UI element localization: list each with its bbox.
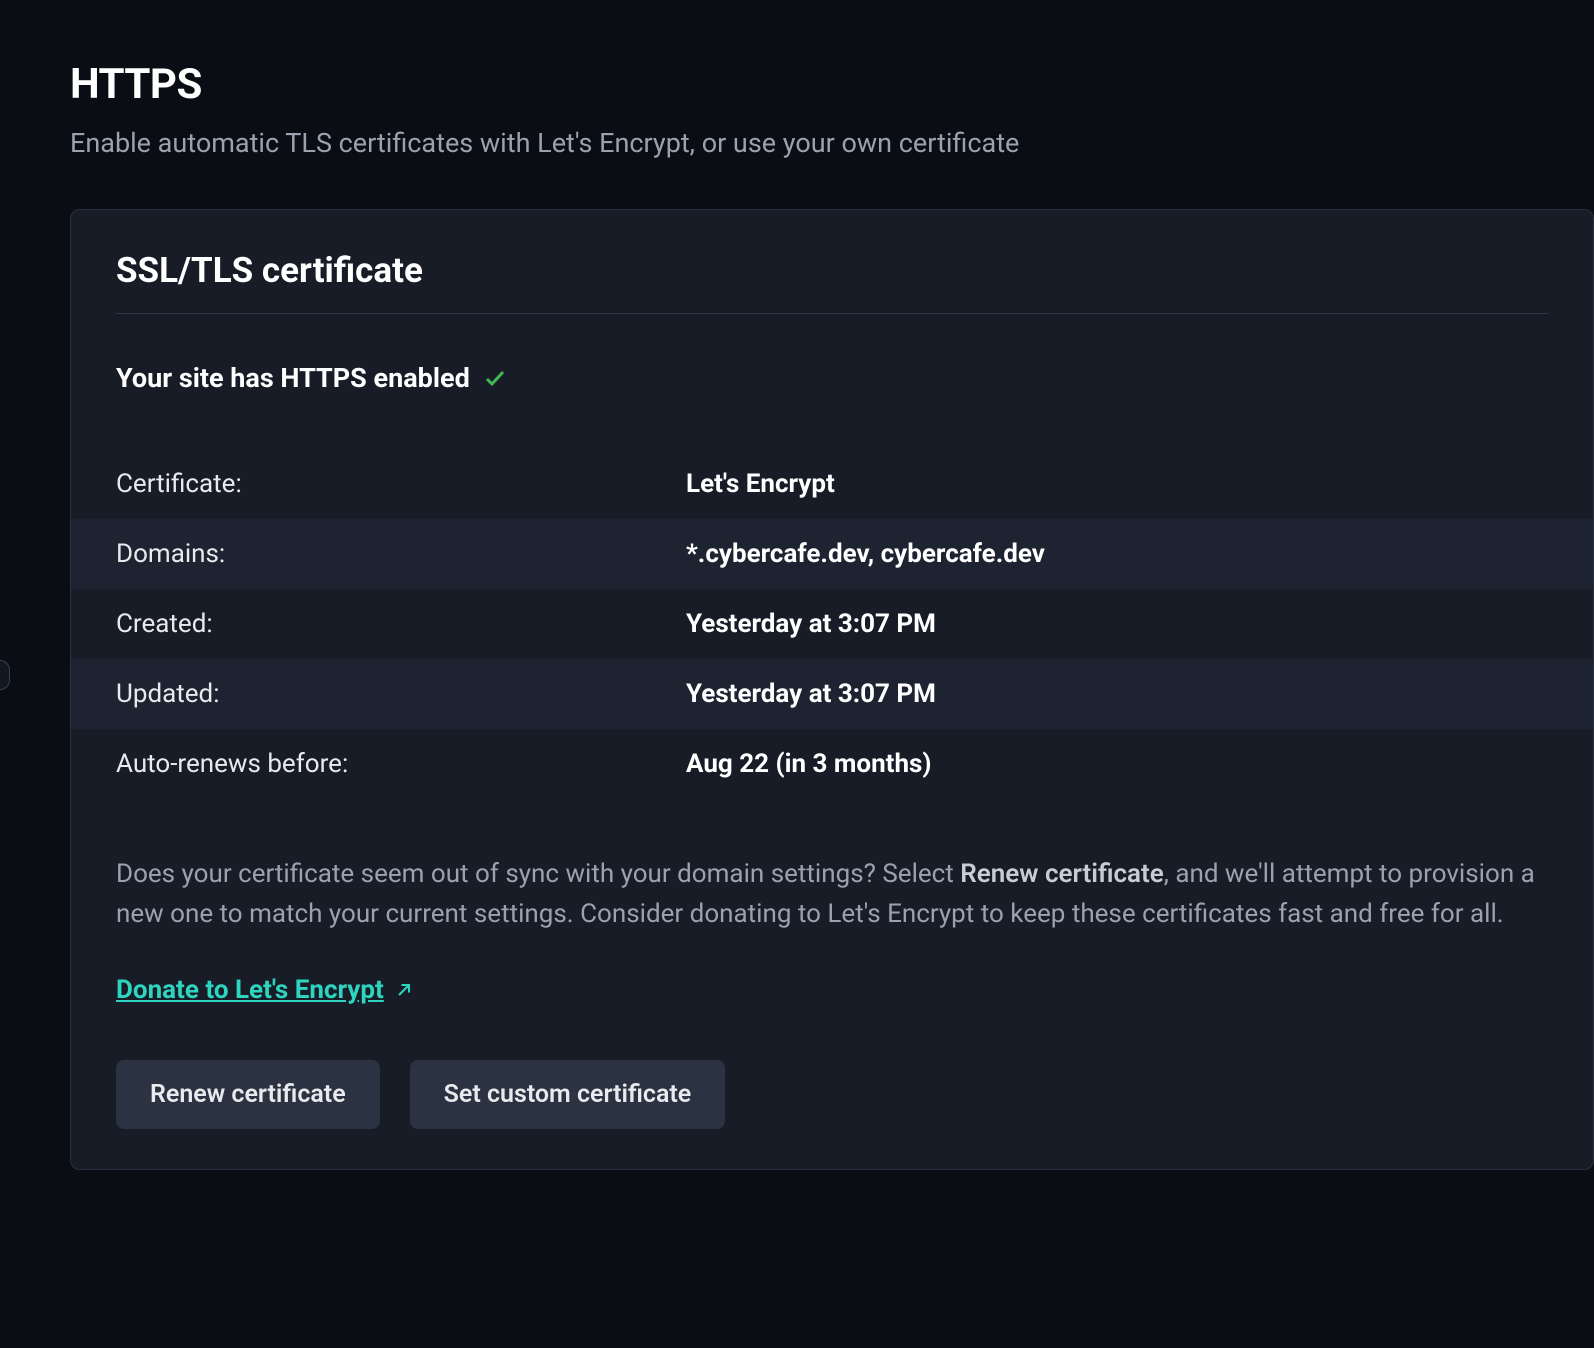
- table-row: Auto-renews before: Aug 22 (in 3 months): [71, 729, 1593, 799]
- renew-certificate-button[interactable]: Renew certificate: [116, 1060, 380, 1129]
- help-text-strong: Renew certificate: [960, 859, 1163, 889]
- help-text: Does your certificate seem out of sync w…: [71, 854, 1593, 935]
- table-row: Created: Yesterday at 3:07 PM: [71, 589, 1593, 659]
- page-subtitle: Enable automatic TLS certificates with L…: [70, 127, 1594, 159]
- donate-link[interactable]: Donate to Let's Encrypt: [116, 975, 414, 1005]
- row-value: Yesterday at 3:07 PM: [686, 679, 1548, 709]
- button-row: Renew certificate Set custom certificate: [71, 1060, 1593, 1129]
- page-title: HTTPS: [70, 60, 1594, 109]
- row-label: Domains:: [116, 539, 686, 569]
- https-status-text: Your site has HTTPS enabled: [116, 362, 470, 394]
- row-label: Updated:: [116, 679, 686, 709]
- table-row: Certificate: Let's Encrypt: [71, 449, 1593, 519]
- ssl-certificate-card: SSL/TLS certificate Your site has HTTPS …: [70, 209, 1594, 1170]
- row-label: Created:: [116, 609, 686, 639]
- check-icon: [482, 365, 508, 391]
- https-settings-page: HTTPS Enable automatic TLS certificates …: [0, 0, 1594, 1170]
- donate-link-label: Donate to Let's Encrypt: [116, 975, 384, 1005]
- row-label: Certificate:: [116, 469, 686, 499]
- set-custom-certificate-button[interactable]: Set custom certificate: [410, 1060, 726, 1129]
- table-row: Updated: Yesterday at 3:07 PM: [71, 659, 1593, 729]
- row-value: Yesterday at 3:07 PM: [686, 609, 1548, 639]
- certificate-info-table: Certificate: Let's Encrypt Domains: *.cy…: [71, 449, 1593, 799]
- row-value: *.cybercafe.dev, cybercafe.dev: [686, 539, 1548, 569]
- row-value: Let's Encrypt: [686, 469, 1548, 499]
- help-text-pre: Does your certificate seem out of sync w…: [116, 859, 960, 889]
- row-value: Aug 22 (in 3 months): [686, 749, 1548, 779]
- card-title: SSL/TLS certificate: [116, 250, 1548, 314]
- row-label: Auto-renews before:: [116, 749, 686, 779]
- https-status: Your site has HTTPS enabled: [116, 362, 1548, 394]
- external-link-icon: [394, 980, 414, 1000]
- table-row: Domains: *.cybercafe.dev, cybercafe.dev: [71, 519, 1593, 589]
